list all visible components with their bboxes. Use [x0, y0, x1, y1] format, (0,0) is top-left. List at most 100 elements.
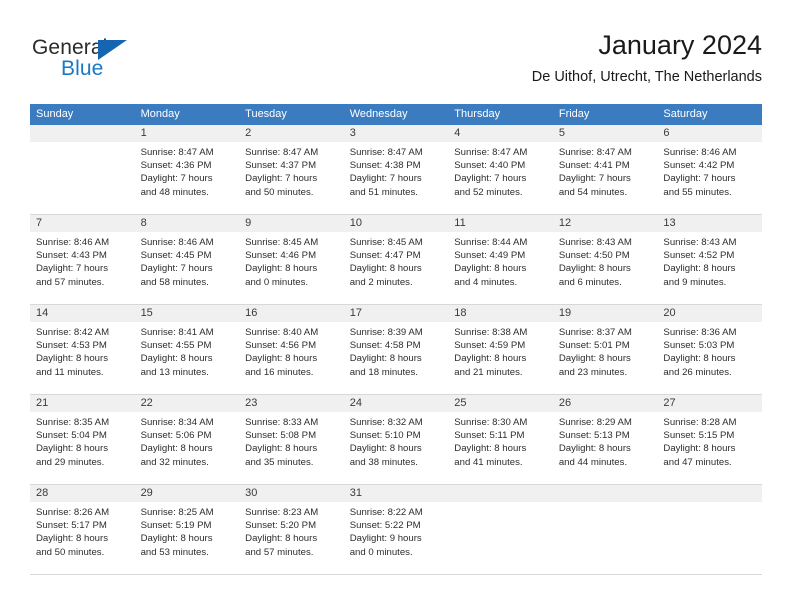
calendar-day-cell[interactable]: 30 Sunrise: 8:23 AM Sunset: 5:20 PM Dayligh…: [239, 485, 344, 574]
daylight-text-line2: and 32 minutes.: [140, 456, 209, 468]
day-number: 24: [343, 395, 449, 412]
sunset-text: Sunset: 4:53 PM: [36, 340, 107, 352]
daylight-text-line1: Daylight: 8 hours: [245, 533, 318, 545]
sunset-text: Sunset: 5:15 PM: [663, 430, 735, 442]
calendar-day-cell[interactable]: 20 Sunrise: 8:36 AM Sunset: 5:03 PM Dayligh…: [657, 305, 762, 394]
calendar-day-cell[interactable]: 1 Sunrise: 8:47 AM Sunset: 4:36 PM Daylight…: [134, 125, 240, 214]
daylight-text-line1: Daylight: 7 hours: [245, 173, 318, 185]
calendar-day-cell[interactable]: 2 Sunrise: 8:47 AM Sunset: 4:37 PM Daylight…: [239, 125, 344, 214]
day-number: [448, 485, 553, 502]
calendar-day-cell[interactable]: 10 Sunrise: 8:45 AM Sunset: 4:47 PM Dayligh…: [343, 215, 449, 304]
day-details: Sunrise: 8:47 AM Sunset: 4:38 PM Daylight:…: [344, 142, 449, 199]
daylight-text-line2: and 52 minutes.: [454, 186, 523, 198]
sunset-text: Sunset: 4:45 PM: [140, 250, 212, 262]
logo-text-blue: Blue: [61, 57, 104, 80]
day-number: 25: [448, 395, 553, 412]
daylight-text-line1: Daylight: 8 hours: [454, 263, 527, 275]
calendar-day-cell[interactable]: 31 Sunrise: 8:22 AM Sunset: 5:22 PM Dayligh…: [343, 485, 449, 574]
calendar-day-cell[interactable]: 7 Sunrise: 8:46 AM Sunset: 4:43 PM Daylight…: [30, 215, 135, 304]
calendar-day-cell[interactable]: 21 Sunrise: 8:35 AM Sunset: 5:04 PM Dayligh…: [30, 395, 135, 484]
calendar-day-cell[interactable]: 25 Sunrise: 8:30 AM Sunset: 5:11 PM Dayligh…: [448, 395, 553, 484]
calendar-day-cell[interactable]: 18 Sunrise: 8:38 AM Sunset: 4:59 PM Dayligh…: [448, 305, 553, 394]
sunrise-text: Sunrise: 8:42 AM: [36, 327, 110, 338]
day-number: 17: [343, 305, 449, 322]
sunset-text: Sunset: 4:40 PM: [454, 160, 526, 172]
sunrise-text: Sunrise: 8:29 AM: [558, 417, 632, 428]
daylight-text-line1: Daylight: 7 hours: [36, 263, 108, 275]
calendar-day-cell[interactable]: 6 Sunrise: 8:46 AM Sunset: 4:42 PM Daylight…: [657, 125, 762, 214]
sunset-text: Sunset: 5:22 PM: [349, 520, 421, 532]
calendar-day-cell[interactable]: 13 Sunrise: 8:43 AM Sunset: 4:52 PM Dayligh…: [657, 215, 762, 304]
calendar-day-cell[interactable]: 24 Sunrise: 8:32 AM Sunset: 5:10 PM Dayligh…: [343, 395, 449, 484]
day-number: 2: [239, 125, 344, 142]
day-details: Sunrise: 8:33 AM Sunset: 5:08 PM Daylight:…: [239, 412, 344, 469]
calendar-day-cell[interactable]: 15 Sunrise: 8:41 AM Sunset: 4:55 PM Dayligh…: [134, 305, 240, 394]
daylight-text-line2: and 58 minutes.: [140, 276, 209, 288]
daylight-text-line2: and 0 minutes.: [245, 276, 309, 288]
daylight-text-line1: Daylight: 7 hours: [663, 173, 736, 185]
daylight-text-line2: and 26 minutes.: [663, 366, 732, 378]
sunset-text: Sunset: 4:55 PM: [140, 340, 212, 352]
sunset-text: Sunset: 4:37 PM: [245, 160, 317, 172]
day-details: Sunrise: 8:47 AM Sunset: 4:41 PM Daylight:…: [553, 142, 658, 199]
sunset-text: Sunset: 5:13 PM: [558, 430, 630, 442]
day-details: Sunrise: 8:45 AM Sunset: 4:47 PM Daylight:…: [344, 232, 449, 289]
day-details: Sunrise: 8:44 AM Sunset: 4:49 PM Daylight:…: [448, 232, 553, 289]
calendar-day-cell[interactable]: 22 Sunrise: 8:34 AM Sunset: 5:06 PM Dayligh…: [134, 395, 240, 484]
sunrise-text: Sunrise: 8:34 AM: [140, 417, 214, 428]
weekday-header-wednesday: Wednesday: [349, 108, 408, 120]
sunset-text: Sunset: 5:19 PM: [140, 520, 212, 532]
day-number: 10: [343, 215, 449, 232]
sunset-text: Sunset: 4:56 PM: [245, 340, 317, 352]
calendar-day-cell[interactable]: 9 Sunrise: 8:45 AM Sunset: 4:46 PM Daylight…: [239, 215, 344, 304]
day-details: Sunrise: 8:43 AM Sunset: 4:52 PM Daylight:…: [657, 232, 762, 289]
daylight-text-line1: Daylight: 7 hours: [349, 173, 422, 185]
sunset-text: Sunset: 5:10 PM: [349, 430, 421, 442]
sunrise-text: Sunrise: 8:47 AM: [140, 147, 214, 158]
title-block: January 2024 De Uithof, Utrecht, The Net…: [532, 28, 762, 88]
calendar-day-cell[interactable]: 11 Sunrise: 8:44 AM Sunset: 4:49 PM Dayligh…: [448, 215, 553, 304]
daylight-text-line2: and 57 minutes.: [36, 276, 105, 288]
calendar-day-cell[interactable]: 29 Sunrise: 8:25 AM Sunset: 5:19 PM Dayligh…: [134, 485, 240, 574]
calendar-day-cell[interactable]: 5 Sunrise: 8:47 AM Sunset: 4:41 PM Daylight…: [552, 125, 658, 214]
calendar-week-row: 1 Sunrise: 8:47 AM Sunset: 4:36 PM Daylight…: [30, 125, 762, 215]
calendar-day-cell[interactable]: 17 Sunrise: 8:39 AM Sunset: 4:58 PM Dayligh…: [343, 305, 449, 394]
calendar-day-cell[interactable]: 3 Sunrise: 8:47 AM Sunset: 4:38 PM Daylight…: [343, 125, 449, 214]
day-details: Sunrise: 8:38 AM Sunset: 4:59 PM Daylight:…: [448, 322, 553, 379]
day-details: Sunrise: 8:46 AM Sunset: 4:43 PM Daylight:…: [30, 232, 135, 289]
weekday-header-saturday: Saturday: [663, 108, 708, 120]
calendar-day-cell[interactable]: 8 Sunrise: 8:46 AM Sunset: 4:45 PM Daylight…: [134, 215, 240, 304]
calendar-day-cell[interactable]: 26 Sunrise: 8:29 AM Sunset: 5:13 PM Dayligh…: [552, 395, 658, 484]
daylight-text-line1: Daylight: 9 hours: [349, 533, 422, 545]
day-number: 5: [552, 125, 658, 142]
day-number: 15: [134, 305, 240, 322]
calendar-day-cell[interactable]: 4 Sunrise: 8:47 AM Sunset: 4:40 PM Daylight…: [448, 125, 553, 214]
day-details: Sunrise: 8:40 AM Sunset: 4:56 PM Daylight:…: [239, 322, 344, 379]
calendar-day-cell[interactable]: 12 Sunrise: 8:43 AM Sunset: 4:50 PM Dayligh…: [552, 215, 658, 304]
calendar-week-row: 21 Sunrise: 8:35 AM Sunset: 5:04 PM Dayligh…: [30, 395, 762, 485]
daylight-text-line2: and 21 minutes.: [454, 366, 523, 378]
calendar-day-cell[interactable]: 16 Sunrise: 8:40 AM Sunset: 4:56 PM Dayligh…: [239, 305, 344, 394]
calendar-week-row: 14 Sunrise: 8:42 AM Sunset: 4:53 PM Dayligh…: [30, 305, 762, 395]
sunrise-text: Sunrise: 8:22 AM: [349, 507, 423, 518]
daylight-text-line1: Daylight: 8 hours: [140, 533, 213, 545]
sunset-text: Sunset: 4:58 PM: [349, 340, 421, 352]
weekday-header-sunday: Sunday: [36, 108, 74, 120]
sunset-text: Sunset: 5:06 PM: [140, 430, 212, 442]
day-details: Sunrise: 8:42 AM Sunset: 4:53 PM Daylight:…: [30, 322, 135, 379]
calendar-day-cell[interactable]: 28 Sunrise: 8:26 AM Sunset: 5:17 PM Dayligh…: [30, 485, 135, 574]
day-details: Sunrise: 8:29 AM Sunset: 5:13 PM Daylight:…: [553, 412, 658, 469]
daylight-text-line2: and 29 minutes.: [36, 456, 105, 468]
sunrise-text: Sunrise: 8:47 AM: [349, 147, 423, 158]
daylight-text-line1: Daylight: 8 hours: [454, 443, 527, 455]
daylight-text-line2: and 48 minutes.: [140, 186, 209, 198]
calendar-day-cell[interactable]: 19 Sunrise: 8:37 AM Sunset: 5:01 PM Dayligh…: [552, 305, 658, 394]
sunrise-text: Sunrise: 8:46 AM: [663, 147, 737, 158]
sunrise-text: Sunrise: 8:37 AM: [558, 327, 632, 338]
daylight-text-line2: and 2 minutes.: [349, 276, 413, 288]
sunset-text: Sunset: 4:46 PM: [245, 250, 317, 262]
calendar-day-cell[interactable]: 27 Sunrise: 8:28 AM Sunset: 5:15 PM Dayligh…: [657, 395, 762, 484]
calendar-day-cell[interactable]: 14 Sunrise: 8:42 AM Sunset: 4:53 PM Dayligh…: [30, 305, 135, 394]
calendar-day-cell[interactable]: 23 Sunrise: 8:33 AM Sunset: 5:08 PM Dayligh…: [239, 395, 344, 484]
daylight-text-line2: and 6 minutes.: [558, 276, 622, 288]
